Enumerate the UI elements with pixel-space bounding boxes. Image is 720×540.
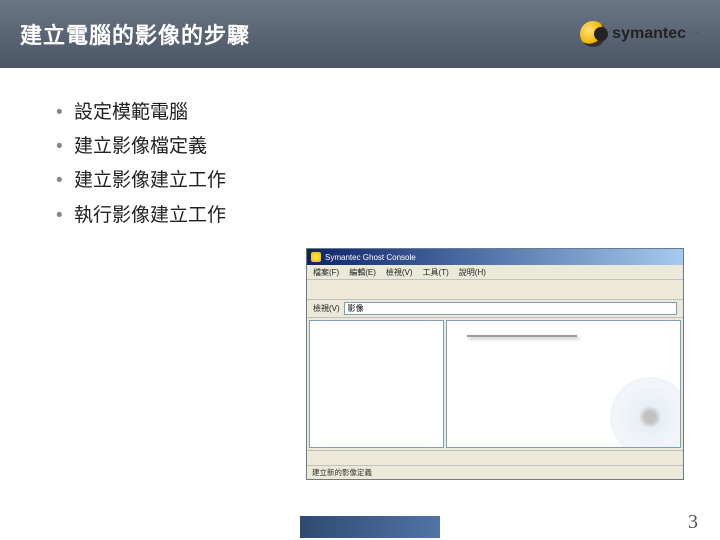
app-icon <box>311 252 321 262</box>
trademark-icon: ™ <box>692 30 700 39</box>
bottom-tabs <box>307 450 683 465</box>
tree-panel[interactable] <box>309 320 444 448</box>
bullet-item: 建立影像建立工作 <box>56 164 664 198</box>
footer-accent <box>300 516 440 538</box>
window-titlebar[interactable]: Symantec Ghost Console <box>307 249 683 265</box>
bullet-item: 設定模範電腦 <box>56 96 664 130</box>
page-number: 3 <box>688 511 698 534</box>
disc-decoration-icon <box>610 377 681 448</box>
window-title-text: Symantec Ghost Console <box>325 253 416 262</box>
menu-item[interactable]: 編輯(E) <box>349 267 376 278</box>
bullet-list: 設定模範電腦建立影像檔定義建立影像建立工作執行影像建立工作 <box>0 68 720 261</box>
symantec-logo-icon <box>580 21 606 47</box>
bullet-item: 執行影像建立工作 <box>56 199 664 233</box>
slide-title: 建立電腦的影像的步驟 <box>20 18 250 50</box>
menu-item[interactable]: 檢視(V) <box>386 267 413 278</box>
status-bar: 建立新的影像定義 <box>307 465 683 479</box>
main-panel[interactable] <box>446 320 681 448</box>
bullet-item: 建立影像檔定義 <box>56 130 664 164</box>
context-menu[interactable] <box>467 335 577 337</box>
brand-text: symantec <box>612 25 686 43</box>
address-input[interactable] <box>344 302 677 315</box>
menu-item[interactable]: 工具(T) <box>423 267 449 278</box>
slide-header: 建立電腦的影像的步驟 symantec ™ <box>0 0 720 68</box>
brand-logo: symantec ™ <box>580 21 700 47</box>
toolbar <box>307 280 683 300</box>
menu-bar: 檔案(F) 編輯(E) 檢視(V) 工具(T) 說明(H) <box>307 265 683 280</box>
menu-item[interactable]: 說明(H) <box>459 267 486 278</box>
menu-item[interactable]: 檔案(F) <box>313 267 339 278</box>
embedded-app-screenshot: Symantec Ghost Console 檔案(F) 編輯(E) 檢視(V) 工具… <box>306 248 684 480</box>
address-bar: 檢視(V) <box>307 300 683 318</box>
address-label: 檢視(V) <box>313 303 340 314</box>
